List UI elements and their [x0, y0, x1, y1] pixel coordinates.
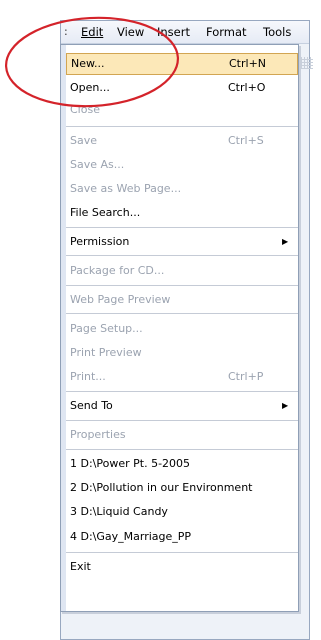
menu-item-label: 4 D:\Gay_Marriage_PP	[70, 530, 192, 543]
menu-tools[interactable]: Tools	[263, 25, 291, 39]
menu-item-save: Save Ctrl+S	[66, 130, 298, 152]
menu-item-send-to[interactable]: Send To ▶	[66, 395, 298, 417]
menu-item-print: Print... Ctrl+P	[66, 366, 298, 388]
file-menu: New... Ctrl+N Open... Ctrl+O Close Save …	[60, 44, 299, 612]
menu-item-label: Save as Web Page...	[70, 182, 182, 195]
menu-separator	[66, 126, 298, 127]
menu-separator	[66, 285, 298, 286]
menu-item-print-preview: Print Preview	[66, 342, 298, 364]
menu-item-permission[interactable]: Permission ▶	[66, 231, 298, 253]
menu-separator	[66, 227, 298, 228]
menu-edit[interactable]: Edit	[81, 25, 103, 39]
menu-separator	[66, 313, 298, 314]
menu-item-label: Package for CD...	[70, 264, 165, 277]
menu-item-file-search[interactable]: File Search...	[66, 202, 298, 224]
menu-item-shortcut: Ctrl+P	[228, 370, 264, 383]
menu-item-label: Close	[70, 103, 100, 116]
menu-item-package-cd: Package for CD...	[66, 260, 298, 282]
menu-item-save-web: Save as Web Page...	[66, 178, 298, 200]
menu-item-recent-2[interactable]: 2 D:\Pollution in our Environment	[66, 477, 298, 499]
menu-separator	[66, 449, 298, 450]
menu-item-recent-3[interactable]: 3 D:\Liquid Candy	[66, 501, 298, 523]
menu-item-label: Save As...	[70, 158, 125, 171]
menu-item-label: Permission	[70, 235, 130, 248]
menu-item-label: Open...	[70, 81, 110, 94]
menu-item-shortcut: Ctrl+N	[229, 57, 267, 70]
menu-item-recent-4[interactable]: 4 D:\Gay_Marriage_PP	[66, 526, 298, 548]
menu-item-label: File Search...	[70, 206, 141, 219]
menu-item-open[interactable]: Open... Ctrl+O	[66, 77, 298, 99]
menu-item-label: Web Page Preview	[70, 293, 171, 306]
menu-item-properties: Properties	[66, 424, 298, 446]
menu-item-save-as: Save As...	[66, 154, 298, 176]
menu-item-label: 1 D:\Power Pt. 5-2005	[70, 457, 191, 470]
menu-insert[interactable]: Insert	[157, 25, 190, 39]
menu-separator	[66, 391, 298, 392]
submenu-arrow-icon: ▶	[282, 401, 289, 410]
menu-view[interactable]: View	[117, 25, 144, 39]
menu-item-label: New...	[71, 57, 105, 70]
menu-item-recent-1[interactable]: 1 D:\Power Pt. 5-2005	[66, 453, 298, 475]
menu-item-label: 3 D:\Liquid Candy	[70, 505, 168, 518]
menu-bar: : Edit View Insert Format Tools	[61, 21, 309, 44]
menu-item-new[interactable]: New... Ctrl+N	[66, 53, 298, 75]
menu-separator	[66, 255, 298, 256]
menu-item-web-preview: Web Page Preview	[66, 289, 298, 311]
menu-item-shortcut: Ctrl+O	[228, 81, 266, 94]
menu-format[interactable]: Format	[206, 25, 247, 39]
menu-item-label: Save	[70, 134, 98, 147]
menu-item-exit[interactable]: Exit	[66, 556, 298, 578]
menu-item-label: Page Setup...	[70, 322, 143, 335]
menu-item-label: Properties	[70, 428, 126, 441]
menu-item-label: Print...	[70, 370, 106, 383]
menu-separator	[66, 552, 298, 553]
menu-separator	[66, 420, 298, 421]
menu-item-label: Send To	[70, 399, 113, 412]
grid-icon	[301, 57, 313, 69]
menu-item-label: Print Preview	[70, 346, 142, 359]
menu-item-label: 2 D:\Pollution in our Environment	[70, 481, 253, 494]
menu-item-page-setup: Page Setup...	[66, 318, 298, 340]
file-menu-sliver[interactable]: :	[64, 25, 68, 38]
menu-item-shortcut: Ctrl+S	[228, 134, 264, 147]
menu-item-label: Exit	[70, 560, 91, 573]
submenu-arrow-icon: ▶	[282, 237, 289, 246]
menu-item-close: Close	[66, 99, 298, 121]
